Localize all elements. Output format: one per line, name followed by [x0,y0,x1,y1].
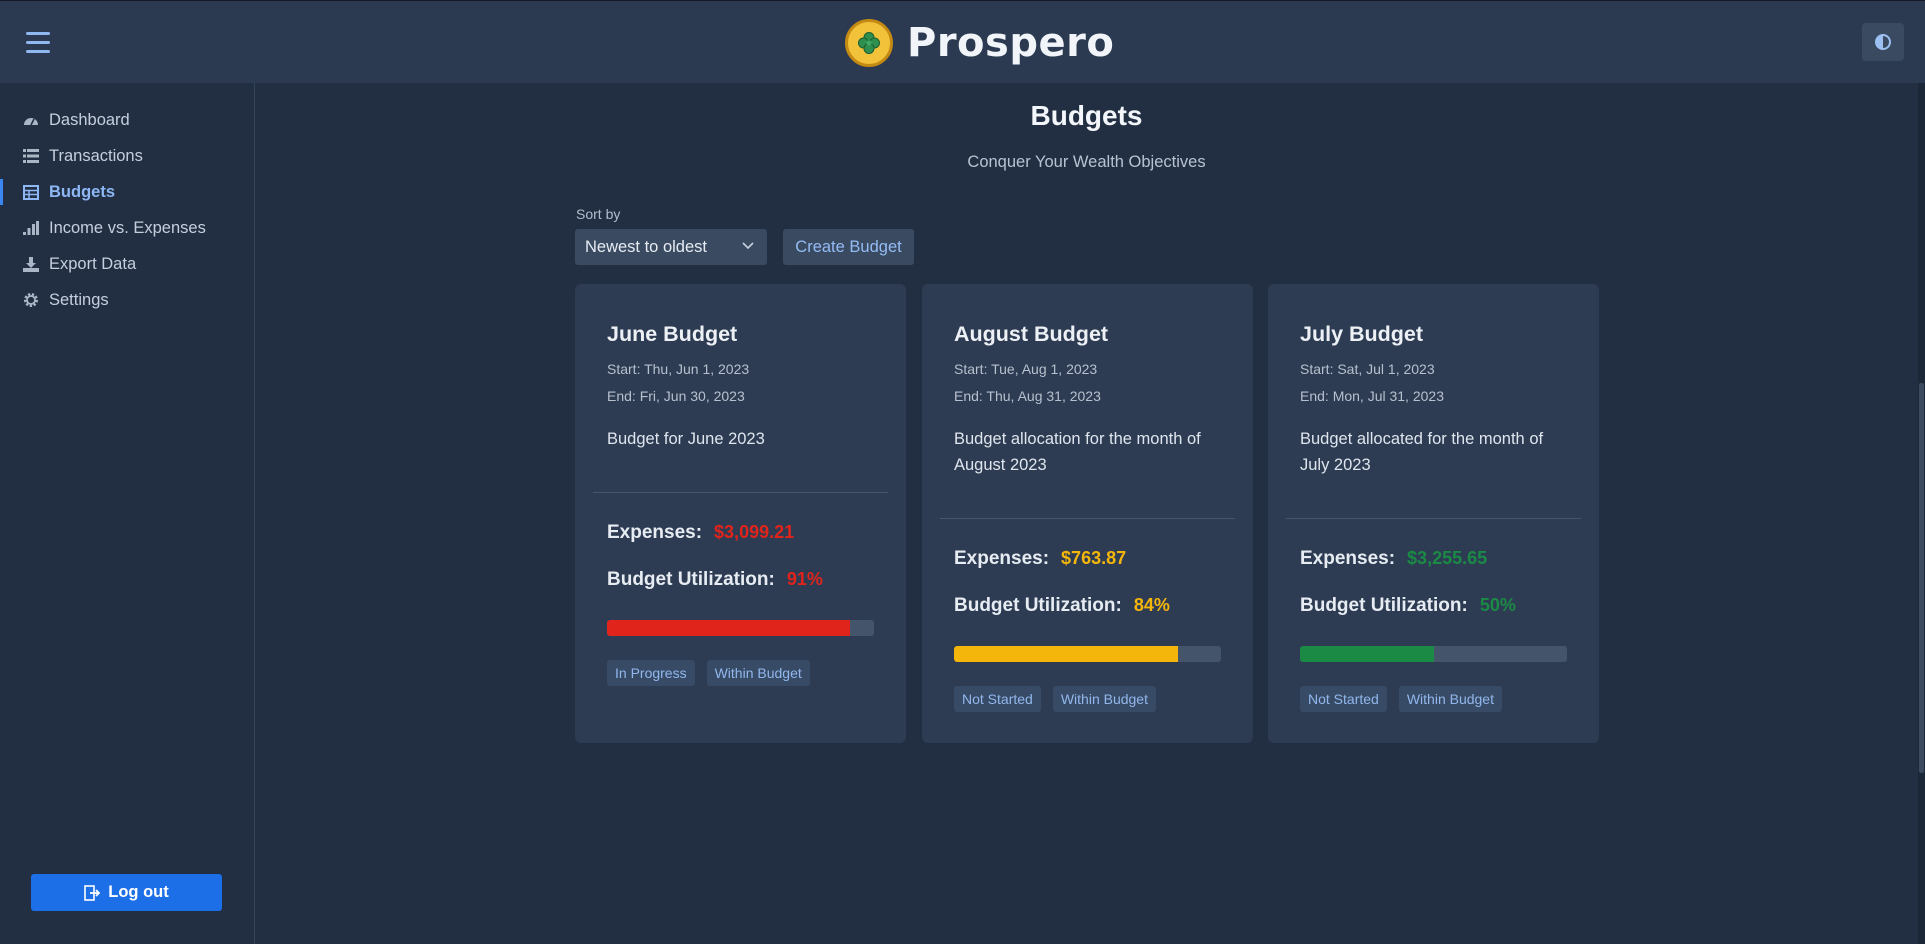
budget-description: Budget for June 2023 [607,430,765,448]
utilization-progress-bar [954,646,1221,662]
sort-label: Sort by [576,206,621,222]
chevron-down-icon [742,242,754,250]
logout-label: Log out [108,883,169,901]
utilization-progress-bar [1300,646,1567,662]
budget-start-date: Start: Sat, Jul 1, 2023 [1300,361,1435,377]
budget-end-date: End: Fri, Jun 30, 2023 [607,388,745,404]
utilization-row: Budget Utilization: 84% [954,595,1170,617]
card-divider [593,492,888,493]
menu-icon[interactable] [26,32,50,53]
budget-title: June Budget [607,322,738,346]
progress-fill [954,646,1179,662]
progress-fill [607,620,850,636]
expenses-value: $3,099.21 [714,522,795,542]
clover-logo-icon [845,19,893,67]
budget-state-badge: Within Budget [1398,686,1502,712]
gauge-icon [22,112,40,128]
app-name: Prospero [907,20,1115,66]
sidebar-item-settings[interactable]: Settings [0,283,254,317]
utilization-label: Budget Utilization: [954,595,1122,616]
utilization-label: Budget Utilization: [607,569,775,590]
status-badges: Not Started Within Budget [1300,686,1502,712]
expenses-value: $3,255.65 [1407,548,1488,568]
download-icon [22,256,40,272]
sidebar-item-income-vs-expenses[interactable]: Income vs. Expenses [0,211,254,245]
expenses-row: Expenses: $3,255.65 [1300,548,1487,570]
status-badge: In Progress [607,660,695,686]
budget-card-august[interactable]: August Budget Start: Tue, Aug 1, 2023 En… [922,284,1253,743]
sidebar-item-label: Dashboard [49,110,130,129]
sidebar-item-label: Transactions [49,146,143,165]
budget-start-date: Start: Thu, Jun 1, 2023 [607,361,750,377]
budget-state-badge: Within Budget [706,660,810,686]
sidebar: Dashboard Transactions Budgets Income vs… [0,83,255,944]
sort-select[interactable]: Newest to oldest [575,229,767,265]
sidebar-item-label: Export Data [49,254,137,273]
budget-description: Budget allocated for the month of July 2… [1300,430,1544,474]
contrast-icon [1875,34,1891,50]
sidebar-item-dashboard[interactable]: Dashboard [0,103,254,137]
bar-chart-icon [22,220,40,236]
utilization-row: Budget Utilization: 50% [1300,595,1516,617]
expenses-row: Expenses: $763.87 [954,548,1126,570]
page-subtitle: Conquer Your Wealth Objectives [967,153,1206,171]
logout-button[interactable]: Log out [31,874,222,911]
budget-card-july[interactable]: July Budget Start: Sat, Jul 1, 2023 End:… [1268,284,1599,743]
create-budget-button[interactable]: Create Budget [783,229,914,265]
utilization-label: Budget Utilization: [1300,595,1468,616]
budget-card-june[interactable]: June Budget Start: Thu, Jun 1, 2023 End:… [575,284,906,743]
expenses-value: $763.87 [1061,548,1127,568]
progress-fill [1300,646,1434,662]
expenses-row: Expenses: $3,099.21 [607,522,794,544]
expenses-label: Expenses: [607,522,703,543]
sidebar-item-budgets[interactable]: Budgets [0,175,254,209]
status-badges: Not Started Within Budget [954,686,1156,712]
utilization-value: 50% [1479,595,1516,615]
page-title: Budgets [1030,100,1143,131]
budget-title: August Budget [954,322,1109,346]
budget-title: July Budget [1300,322,1424,346]
status-badges: In Progress Within Budget [607,660,810,686]
logout-icon [84,884,101,901]
expenses-label: Expenses: [954,548,1050,569]
brand[interactable]: Prospero [845,16,1114,70]
sort-select-value: Newest to oldest [585,237,707,256]
budget-end-date: End: Mon, Jul 31, 2023 [1300,388,1444,404]
sidebar-item-label: Budgets [49,182,115,201]
sidebar-item-export-data[interactable]: Export Data [0,247,254,281]
card-divider [940,518,1235,519]
utilization-progress-bar [607,620,874,636]
budget-description: Budget allocation for the month of Augus… [954,430,1201,474]
card-divider [1286,518,1581,519]
scrollbar-thumb[interactable] [1919,383,1924,773]
expenses-label: Expenses: [1300,548,1396,569]
status-badge: Not Started [1300,686,1387,712]
budget-state-badge: Within Budget [1052,686,1156,712]
utilization-value: 91% [786,569,823,589]
theme-toggle-button[interactable] [1862,23,1904,61]
budget-start-date: Start: Tue, Aug 1, 2023 [954,361,1098,377]
sidebar-item-label: Income vs. Expenses [49,218,206,237]
gear-icon [22,292,40,308]
budget-end-date: End: Thu, Aug 31, 2023 [954,388,1101,404]
utilization-row: Budget Utilization: 91% [607,569,823,591]
list-icon [22,148,40,164]
sidebar-item-transactions[interactable]: Transactions [0,139,254,173]
page-scrollbar[interactable] [1918,83,1925,944]
top-bar: Prospero [0,0,1925,83]
sidebar-item-label: Settings [49,290,109,309]
status-badge: Not Started [954,686,1041,712]
utilization-value: 84% [1133,595,1170,615]
budget-table-icon [22,184,40,200]
